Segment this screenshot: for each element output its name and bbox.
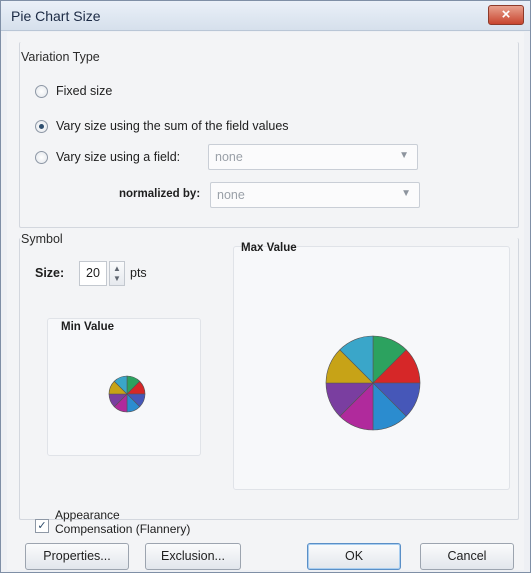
min-pie-symbol (108, 375, 146, 413)
normalized-by-label: normalized by: (119, 188, 201, 200)
variation-type-label: Variation Type (21, 50, 100, 64)
radio-vary-field-label: Vary size using a field: (56, 150, 181, 164)
max-value-label: Max Value (241, 242, 297, 254)
radio-fixed-size[interactable]: Fixed size (35, 84, 112, 98)
radio-vary-sum[interactable]: Vary size using the sum of the field val… (35, 119, 289, 133)
chevron-down-icon: ▼ (399, 150, 409, 161)
min-value-label: Min Value (61, 321, 115, 333)
stepper-down-icon[interactable]: ▼ (113, 275, 121, 283)
normalized-by-combo[interactable]: none ▼ (210, 182, 420, 208)
dialog-body: Variation Type Fixed size Vary size usin… (7, 32, 524, 570)
dialog-title: Pie Chart Size (11, 8, 101, 24)
size-unit-label: pts (130, 266, 147, 280)
close-button[interactable]: × (488, 5, 524, 25)
radio-fixed-size-indicator[interactable] (35, 84, 48, 98)
appearance-compensation-label-line2: Compensation (Flannery) (55, 522, 191, 536)
appearance-compensation-checkbox[interactable]: ✓ (35, 519, 49, 533)
ok-button[interactable]: OK (307, 543, 401, 570)
max-pie-symbol (325, 335, 421, 431)
size-input[interactable]: 20 (79, 261, 107, 286)
checkmark-icon: ✓ (37, 520, 47, 532)
chevron-down-icon: ▼ (401, 188, 411, 199)
radio-vary-field-indicator[interactable] (35, 150, 48, 164)
exclusion-button[interactable]: Exclusion... (145, 543, 241, 570)
min-pie-slices (108, 375, 146, 413)
radio-vary-field[interactable]: Vary size using a field: (35, 150, 180, 164)
symbol-label: Symbol (21, 232, 63, 246)
field-combo[interactable]: none ▼ (208, 144, 418, 170)
size-stepper[interactable]: ▲ ▼ (109, 261, 125, 286)
close-icon: × (501, 6, 511, 23)
appearance-compensation-label-line1: Appearance (55, 508, 120, 522)
title-bar[interactable]: Pie Chart Size × (1, 1, 530, 31)
radio-vary-sum-label: Vary size using the sum of the field val… (56, 119, 289, 133)
radio-vary-sum-indicator[interactable] (35, 119, 48, 133)
properties-button[interactable]: Properties... (25, 543, 129, 570)
field-combo-value: none (215, 150, 243, 164)
stepper-up-icon[interactable]: ▲ (113, 265, 121, 273)
radio-fixed-size-label: Fixed size (56, 84, 113, 98)
pie-chart-size-dialog: Pie Chart Size × Variation Type Fixed si… (0, 0, 531, 573)
size-label: Size: (35, 266, 65, 280)
normalized-by-combo-value: none (217, 188, 245, 202)
max-pie-slices (325, 335, 421, 431)
cancel-button[interactable]: Cancel (420, 543, 514, 570)
size-input-value: 20 (86, 266, 100, 280)
